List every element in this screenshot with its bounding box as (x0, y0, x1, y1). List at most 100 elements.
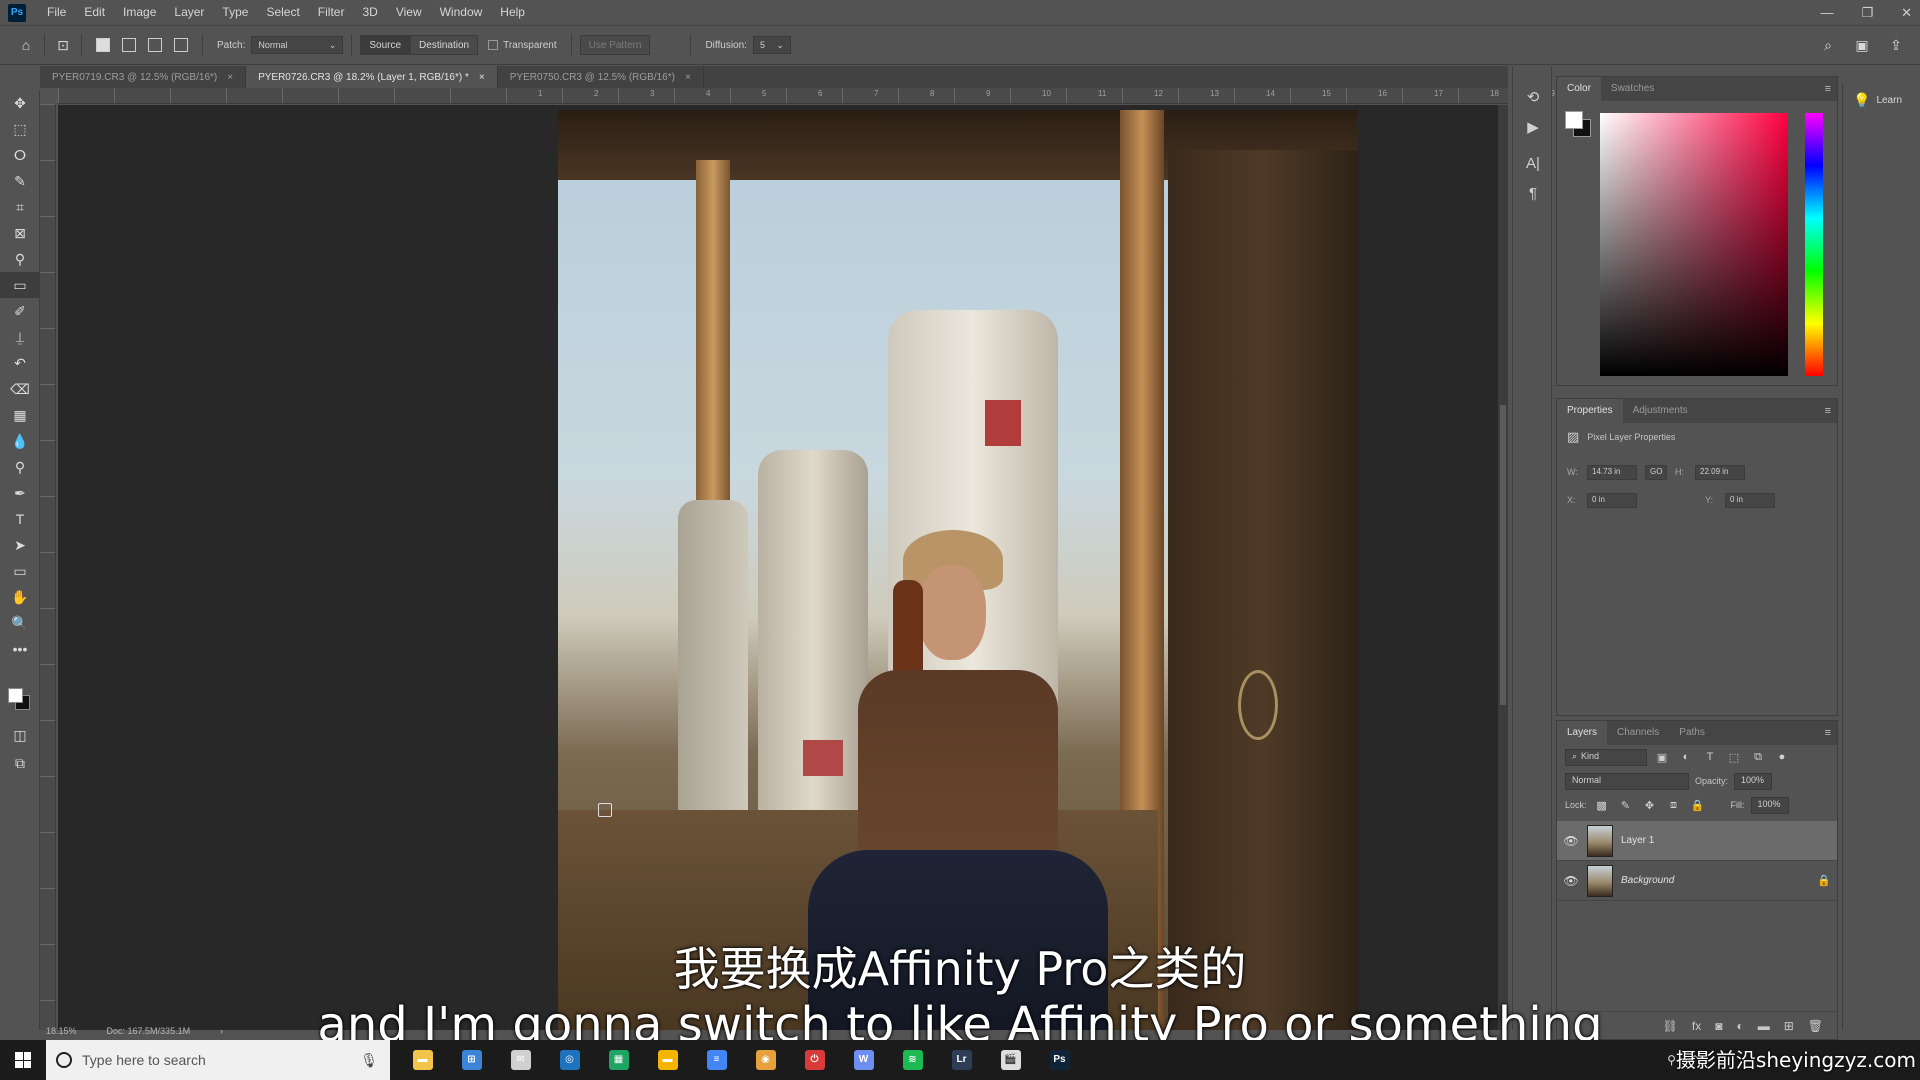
lock-all-icon[interactable]: 🔒 (1689, 799, 1707, 812)
tab-swatches[interactable]: Swatches (1601, 77, 1664, 101)
menu-filter[interactable]: Filter (309, 0, 354, 25)
tab-color[interactable]: Color (1557, 77, 1601, 101)
sheets-taskbar-icon[interactable]: ▦ (594, 1040, 643, 1080)
lock-artboard-icon[interactable]: ⧈ (1665, 799, 1683, 812)
close-tab-icon[interactable]: × (479, 72, 485, 83)
opacity-field[interactable]: 100% (1734, 772, 1773, 790)
docs-taskbar-icon[interactable]: ≡ (692, 1040, 741, 1080)
menu-type[interactable]: Type (213, 0, 257, 25)
more-tools-icon[interactable]: ••• (0, 636, 40, 662)
link-icon[interactable]: GO (1645, 464, 1667, 480)
search-icon[interactable]: ⌕ (1818, 35, 1838, 55)
workspace-icon[interactable]: ▣ (1852, 35, 1872, 55)
taskbar-search[interactable]: Type here to search 🎙 (46, 1040, 390, 1080)
lightroom-taskbar-icon[interactable]: Lr (937, 1040, 986, 1080)
type-filter-icon[interactable]: T (1701, 751, 1719, 763)
store-taskbar-icon[interactable]: ⊞ (447, 1040, 496, 1080)
filter-toggle-icon[interactable]: ● (1773, 751, 1791, 763)
hand-tool-icon[interactable]: ✋ (0, 584, 40, 610)
type-tool-icon[interactable]: T (0, 506, 40, 532)
menu-3d[interactable]: 3D (353, 0, 386, 25)
eraser-tool-icon[interactable]: ⌫ (0, 376, 40, 402)
panel-menu-icon[interactable]: ≡ (1825, 405, 1831, 417)
destination-button[interactable]: Destination (410, 35, 479, 55)
menu-layer[interactable]: Layer (165, 0, 213, 25)
height-field[interactable]: 22.09 in (1695, 464, 1745, 480)
vertical-scrollbar[interactable] (1498, 105, 1508, 1030)
eyedropper-tool-icon[interactable]: ⚲ (0, 246, 40, 272)
history-icon[interactable]: ⟲ (1513, 82, 1553, 112)
document-tab[interactable]: PYER0750.CR3 @ 12.5% (RGB/16*) × (498, 66, 704, 88)
history-brush-tool-icon[interactable]: ↶ (0, 350, 40, 376)
mail-taskbar-icon[interactable]: ✉ (496, 1040, 545, 1080)
clapper-taskbar-icon[interactable]: 🎬 (986, 1040, 1035, 1080)
folder-taskbar-icon[interactable]: ▬ (643, 1040, 692, 1080)
people-icon[interactable]: ⚲ (1667, 1053, 1676, 1067)
tab-paths[interactable]: Paths (1669, 721, 1715, 745)
layer-row[interactable]: 👁 Layer 1 (1557, 821, 1837, 861)
share-icon[interactable]: ⇪ (1886, 35, 1906, 55)
stamp-tool-icon[interactable]: ⍊ (0, 324, 40, 350)
fill-field[interactable]: 100% (1750, 796, 1789, 814)
layer-row[interactable]: 👁 Background 🔒 (1557, 861, 1837, 901)
close-tab-icon[interactable]: × (685, 72, 691, 83)
photoshop-taskbar-icon[interactable]: Ps (1035, 1040, 1084, 1080)
file-explorer-taskbar-icon[interactable]: ▬ (398, 1040, 447, 1080)
source-button[interactable]: Source (360, 35, 411, 55)
brush-tool-icon[interactable]: ✐ (0, 298, 40, 324)
lock-transparency-icon[interactable]: ▩ (1593, 799, 1611, 812)
diffusion-select[interactable]: 5 ⌄ (752, 36, 791, 54)
eye-icon[interactable]: 👁 (1563, 834, 1579, 848)
app-w-taskbar-icon[interactable]: W (839, 1040, 888, 1080)
pixel-filter-icon[interactable]: ▣ (1653, 751, 1671, 764)
spotify-taskbar-icon[interactable]: ≋ (888, 1040, 937, 1080)
lock-pixels-icon[interactable]: ✎ (1617, 799, 1635, 812)
document-tab[interactable]: PYER0719.CR3 @ 12.5% (RGB/16*) × (40, 66, 247, 88)
new-selection-icon[interactable] (96, 38, 110, 52)
shape-filter-icon[interactable]: ⬚ (1725, 751, 1743, 764)
path-select-tool-icon[interactable]: ➤ (0, 532, 40, 558)
add-selection-icon[interactable] (122, 38, 136, 52)
panel-menu-icon[interactable]: ≡ (1825, 83, 1831, 95)
rectangle-tool-icon[interactable]: ▭ (0, 558, 40, 584)
close-button[interactable]: ✕ (1901, 5, 1912, 21)
tab-layers[interactable]: Layers (1557, 721, 1608, 745)
tab-adjustments[interactable]: Adjustments (1623, 399, 1698, 423)
panel-menu-icon[interactable]: ≡ (1825, 727, 1831, 739)
home-icon[interactable]: ⌂ (16, 35, 36, 55)
menu-image[interactable]: Image (114, 0, 165, 25)
quick-mask-icon[interactable]: ◫ (0, 722, 40, 748)
tool-preset-icon[interactable]: ⊡ (53, 35, 73, 55)
restore-button[interactable]: ❐ (1861, 5, 1873, 21)
tab-channels[interactable]: Channels (1607, 721, 1669, 745)
width-field[interactable]: 14.73 in (1587, 464, 1637, 480)
chrome-taskbar-icon[interactable]: ◉ (741, 1040, 790, 1080)
gradient-tool-icon[interactable]: ▦ (0, 402, 40, 428)
marquee-tool-icon[interactable]: ⬚ (0, 116, 40, 142)
adjustment-filter-icon[interactable]: ◐ (1677, 751, 1695, 763)
zoom-tool-icon[interactable]: 🔍 (0, 610, 40, 636)
color-field[interactable] (1600, 113, 1788, 376)
character-icon[interactable]: A| (1513, 148, 1553, 178)
patch-tool-icon[interactable]: ▭ (0, 272, 40, 298)
quick-select-tool-icon[interactable]: ✎ (0, 168, 40, 194)
y-field[interactable]: 0 in (1725, 492, 1775, 508)
tab-properties[interactable]: Properties (1557, 399, 1623, 423)
scrollbar-thumb[interactable] (1500, 405, 1506, 705)
lasso-tool-icon[interactable]: ⵔ (0, 142, 40, 168)
dodge-tool-icon[interactable]: ⚲ (0, 454, 40, 480)
foreground-color-swatch[interactable] (8, 688, 23, 703)
minimize-button[interactable]: — (1820, 5, 1833, 20)
transparent-checkbox[interactable] (488, 40, 499, 50)
actions-play-icon[interactable]: ▶ (1513, 112, 1553, 142)
smart-object-filter-icon[interactable]: ⧉ (1749, 751, 1767, 764)
screen-mode-icon[interactable]: ⧉ (0, 750, 40, 776)
blur-tool-icon[interactable]: 💧 (0, 428, 40, 454)
close-tab-icon[interactable]: × (227, 72, 233, 83)
pen-tool-icon[interactable]: ✒ (0, 480, 40, 506)
x-field[interactable]: 0 in (1587, 492, 1637, 508)
menu-view[interactable]: View (387, 0, 431, 25)
microphone-icon[interactable]: 🎙 (360, 1052, 378, 1069)
crop-tool-icon[interactable]: ⌗ (0, 194, 40, 220)
menu-file[interactable]: File (38, 0, 75, 25)
